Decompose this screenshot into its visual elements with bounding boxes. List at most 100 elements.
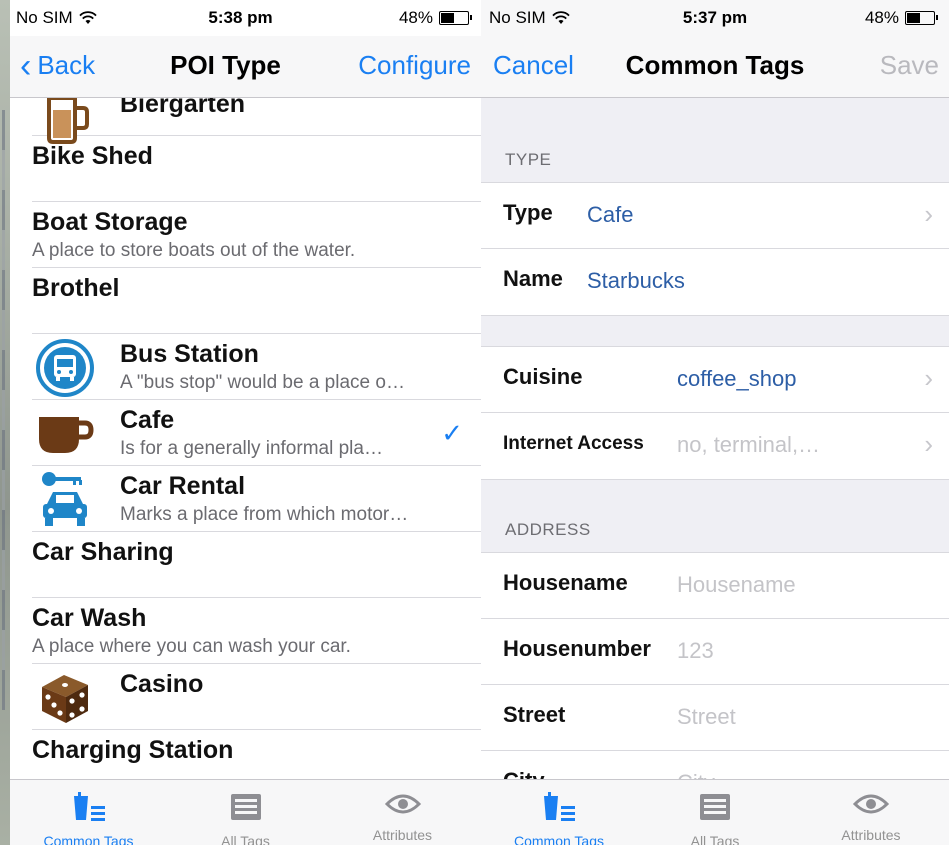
chevron-right-icon: › [924, 199, 933, 229]
bus-icon [32, 339, 98, 397]
poi-title: Biergarten [120, 98, 246, 118]
poi-title: Bus Station [120, 340, 259, 368]
tag-key: Name [503, 266, 563, 291]
poi-description: A place where you can wash your car. [32, 636, 351, 657]
tag-key: Street [503, 702, 566, 727]
poi-list-item[interactable]: Boat Storage A place to store boats out o… [32, 202, 481, 268]
tab-common-tags[interactable]: Common Tags [481, 780, 637, 845]
tab-common-tags[interactable]: Common Tags [10, 780, 167, 845]
type-group: Type Cafe › Name Starbucks [481, 182, 949, 316]
tag-value[interactable]: Starbucks [587, 268, 685, 294]
tag-row-cuisine[interactable]: Cuisine coffee_shop › [481, 347, 949, 413]
poi-description: A "bus stop" would be a place o… [120, 372, 405, 393]
misc-group: Cuisine coffee_shop › Internet Access no, te… [481, 346, 949, 480]
poi-title: Cafe [120, 406, 175, 434]
dice-icon [32, 670, 98, 726]
address-group: Housename Housename Housenumber 123 Street St… [481, 552, 949, 780]
tag-row-city[interactable]: CityCity [481, 751, 949, 780]
battery-icon [905, 11, 938, 25]
poi-description: A place to store boats out of the water. [32, 240, 356, 261]
tag-key: Cuisine [503, 364, 583, 389]
poi-description: Is for a generally informal pla… [120, 438, 383, 459]
tab-all-tags[interactable]: All Tags [637, 780, 793, 845]
tab-label: All Tags [690, 833, 740, 845]
status-bar: No SIM 5:38 pm 48% [0, 0, 481, 36]
poi-list-item[interactable]: Brothel [32, 268, 481, 334]
tag-value-placeholder[interactable]: no, terminal,… [677, 432, 820, 458]
poi-title: Charging Station [32, 736, 234, 764]
navigation-bar: ‹ Back POI Type Configure [10, 36, 481, 98]
poi-title: Car Sharing [32, 538, 174, 566]
eye-icon [852, 792, 890, 821]
tab-attributes[interactable]: Attributes [793, 780, 949, 845]
all-tags-icon [229, 792, 263, 827]
tag-key: Internet Access [503, 433, 644, 454]
navigation-bar: Cancel Common Tags Save [481, 36, 949, 98]
eye-icon [384, 792, 421, 821]
status-bar: No SIM 5:37 pm 48% [481, 0, 949, 36]
section-header-address: ADDRESS [481, 480, 949, 552]
poi-title: Brothel [32, 274, 120, 302]
poi-title: Car Wash [32, 604, 147, 632]
status-battery: 48% [398, 8, 472, 28]
section-label: ADDRESS [505, 520, 591, 539]
configure-button[interactable]: Configure [358, 50, 471, 81]
poi-list-item[interactable]: Car Wash A place where you can wash your … [32, 598, 481, 664]
poi-type-list: Biergarten Bike Shed Boat Storage A place t… [10, 98, 481, 780]
tag-value[interactable]: Cafe [587, 202, 633, 228]
tag-key: Housenumber [503, 636, 651, 661]
tag-key: Housename [503, 570, 628, 595]
section-label: TYPE [505, 150, 552, 169]
poi-type-screen: No SIM 5:38 pm 48% ‹ Back POI Type Confi… [0, 0, 481, 845]
tag-row-street[interactable]: Street Street [481, 685, 949, 751]
poi-list-item[interactable]: Bus Station A "bus stop" would be a place… [32, 334, 481, 400]
poi-list-item[interactable]: Casino [32, 664, 481, 730]
poi-list-item[interactable]: Car Sharing [32, 532, 481, 598]
poi-title: Boat Storage [32, 208, 188, 236]
poi-title: Car Rental [120, 472, 246, 500]
tag-row-name[interactable]: Name Starbucks [481, 249, 949, 315]
tab-bar: Common Tags All Tags Attributes [10, 779, 481, 845]
poi-list-item[interactable]: Cafe Is for a generally informal pla… ✓ [32, 400, 481, 466]
poi-list-item[interactable]: Biergarten [32, 98, 481, 144]
poi-list-item[interactable]: Bike Shed [32, 136, 481, 202]
tag-row-housename[interactable]: Housename Housename [481, 553, 949, 619]
tag-value-placeholder[interactable]: 123 [677, 638, 714, 664]
poi-list-item[interactable]: Charging Station [32, 730, 481, 780]
battery-percent: 48% [398, 8, 433, 27]
tag-value-placeholder[interactable]: Street [677, 704, 736, 730]
battery-percent: 48% [864, 8, 899, 27]
poi-title: Bike Shed [32, 142, 153, 170]
tab-all-tags[interactable]: All Tags [167, 780, 324, 845]
tab-bar: Common Tags All Tags Attributes [481, 779, 949, 845]
save-button[interactable]: Save [880, 50, 939, 81]
car-key-icon [32, 472, 98, 528]
map-background [0, 0, 10, 845]
tag-value-placeholder[interactable]: Housename [677, 572, 796, 598]
tag-key: Type [503, 200, 553, 225]
all-tags-icon [698, 792, 732, 827]
coffee-cup-icon [32, 406, 98, 462]
tab-label: Common Tags [43, 833, 134, 845]
battery-icon [439, 11, 472, 25]
tab-label: Common Tags [513, 833, 604, 845]
common-tags-icon [72, 792, 106, 827]
poi-description: Marks a place from which motor… [120, 504, 409, 525]
tag-row-internet-access[interactable]: Internet Access no, terminal,… › [481, 413, 949, 479]
section-header-type: TYPE [481, 98, 949, 182]
checkmark-icon: ✓ [441, 418, 463, 448]
tab-label: Attributes [372, 827, 433, 843]
tag-row-type[interactable]: Type Cafe › [481, 183, 949, 249]
chevron-right-icon: › [924, 363, 933, 393]
tab-label: All Tags [221, 833, 270, 845]
tag-form: TYPE Type Cafe › Name Starbucks Cuisine coffe… [481, 98, 949, 780]
tab-attributes[interactable]: Attributes [324, 780, 481, 845]
poi-list-item[interactable]: Car Rental Marks a place from which motor… [32, 466, 481, 532]
tab-label: Attributes [841, 827, 901, 843]
tag-row-housenumber[interactable]: Housenumber 123 [481, 619, 949, 685]
tag-value[interactable]: coffee_shop [677, 366, 796, 392]
common-tags-icon [542, 792, 576, 827]
chevron-right-icon: › [924, 429, 933, 459]
status-battery: 48% [864, 8, 938, 28]
